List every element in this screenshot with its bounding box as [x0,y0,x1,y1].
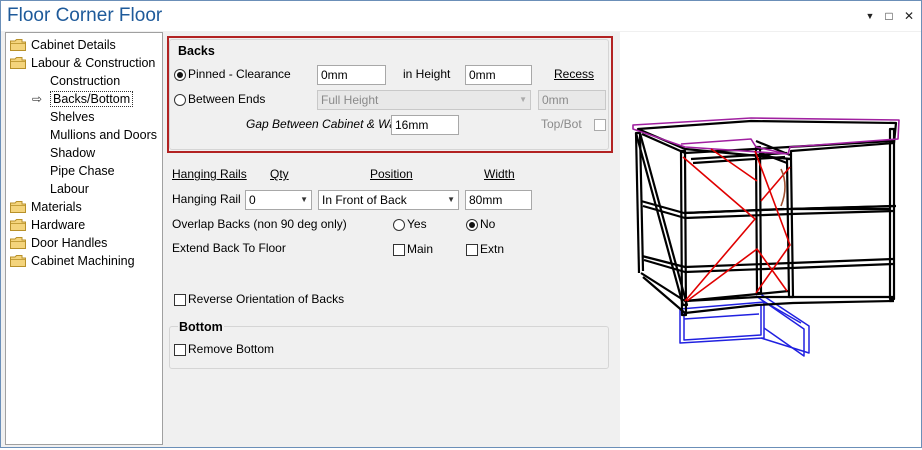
tree-item-label: Hardware [31,218,86,232]
between-ends-label: Between Ends [188,92,266,106]
backs-heading: Backs [178,44,215,58]
position-header: Position [370,167,413,181]
qty-header: Qty [270,167,289,181]
in-height-label: in Height [403,67,451,81]
tree-item-pipe-chase[interactable]: Pipe Chase [50,162,115,180]
pinned-clearance-radio[interactable] [174,69,186,81]
close-button[interactable]: ✕ [902,9,916,23]
full-height-select[interactable]: Full Height ▼ [317,90,531,110]
cabinet-wireframe [632,117,900,357]
tree-item-backs-bottom[interactable]: Backs/Bottom [50,90,134,108]
tree-item-labour[interactable]: Labour [50,180,89,198]
full-height-value: Full Height [321,93,379,107]
chevron-down-icon: ▼ [519,95,527,104]
tree-item-label: Pipe Chase [50,164,115,178]
overlap-no-label: No [480,217,496,231]
chevron-down-icon: ▼ [447,195,455,204]
back-diagonals [682,148,791,302]
remove-bottom-checkbox[interactable] [174,344,186,356]
folder-icon [10,201,26,213]
overlap-yes-label: Yes [407,217,427,231]
dropdown-icon[interactable]: ▼ [863,9,877,23]
maximize-button[interactable]: □ [882,9,896,23]
tree-item-label: Shadow [50,146,96,160]
app-window: Floor Corner Floor ▼ □ ✕ Cabinet Details… [0,0,922,448]
folder-icon [10,39,26,51]
tree-item-label: Mullions and Doors [50,128,157,142]
tree-item-label: Door Handles [31,236,108,250]
hanging-rails-header: Hanging Rails [172,167,247,181]
title-bar: Floor Corner Floor ▼ □ ✕ [1,1,921,31]
overlap-yes-radio[interactable] [393,219,405,231]
width-header: Width [484,167,515,181]
tree-item-label: Labour [50,182,89,196]
qty-value: 0 [249,193,256,207]
reverse-orientation-checkbox[interactable] [174,294,186,306]
folder-icon [10,237,26,249]
tree-item-shelves[interactable]: Shelves [50,108,94,126]
window-title: Floor Corner Floor [7,5,163,26]
cabinet-3d-view[interactable] [620,32,921,447]
position-value: In Front of Back [322,193,407,207]
cabinet-frame [634,119,898,317]
tree-item-hardware[interactable]: Hardware [10,216,85,234]
extend-back-label: Extend Back To Floor [172,241,286,255]
tree-item-label: Labour & Construction [31,56,156,70]
bottom-heading: Bottom [178,320,224,335]
tree-item-mullions-and-doors[interactable]: Mullions and Doors [50,126,157,144]
tree-item-cabinet-machining[interactable]: Cabinet Machining [10,252,135,270]
tree-item-label: Cabinet Machining [31,254,135,268]
extend-extn-label: Extn [480,242,505,256]
folder-icon [10,255,26,267]
tree-item-shadow[interactable]: Shadow [50,144,95,162]
tree-item-label: Construction [50,74,121,88]
tree-item-label: Materials [31,200,82,214]
overlap-no-radio[interactable] [466,219,478,231]
in-height-input[interactable]: 0mm [465,65,532,85]
between-ends-input[interactable]: 0mm [538,90,606,110]
width-input[interactable]: 80mm [465,190,532,210]
tree-item-materials[interactable]: Materials [10,198,82,216]
folder-icon [10,219,26,231]
tree-item-cabinet-details[interactable]: Cabinet Details [10,36,116,54]
hanging-rail-label: Hanging Rail [172,192,241,206]
between-ends-radio[interactable] [174,94,186,106]
navigation-tree: Cabinet Details Labour & Construction Cons… [5,32,163,445]
overlap-backs-label: Overlap Backs (non 90 deg only) [172,217,347,231]
extend-extn-checkbox[interactable] [466,244,478,256]
tree-item-label: Backs/Bottom [50,91,134,107]
position-select[interactable]: In Front of Back ▼ [318,190,459,210]
tree-item-construction[interactable]: Construction [50,72,120,90]
topbot-checkbox[interactable] [594,119,606,131]
reverse-orientation-label: Reverse Orientation of Backs [188,292,345,306]
gap-label: Gap Between Cabinet & Wall [246,117,402,131]
tree-item-label: Shelves [50,110,95,124]
extend-main-label: Main [407,242,434,256]
topbot-label: Top/Bot [541,117,582,131]
tree-item-door-handles[interactable]: Door Handles [10,234,107,252]
pinned-clearance-label: Pinned - Clearance [188,67,291,81]
remove-bottom-label: Remove Bottom [188,342,275,356]
gap-input[interactable]: 16mm [391,115,459,135]
qty-select[interactable]: 0 ▼ [245,190,312,210]
pinned-clearance-input[interactable]: 0mm [317,65,386,85]
tree-item-labour-construction[interactable]: Labour & Construction [10,54,155,72]
arrow-right-icon: ⇨ [32,92,43,106]
chevron-down-icon: ▼ [300,195,308,204]
recess-link[interactable]: Recess [554,67,594,82]
extend-main-checkbox[interactable] [393,244,405,256]
tree-item-label: Cabinet Details [31,38,116,52]
folder-icon [10,57,26,69]
